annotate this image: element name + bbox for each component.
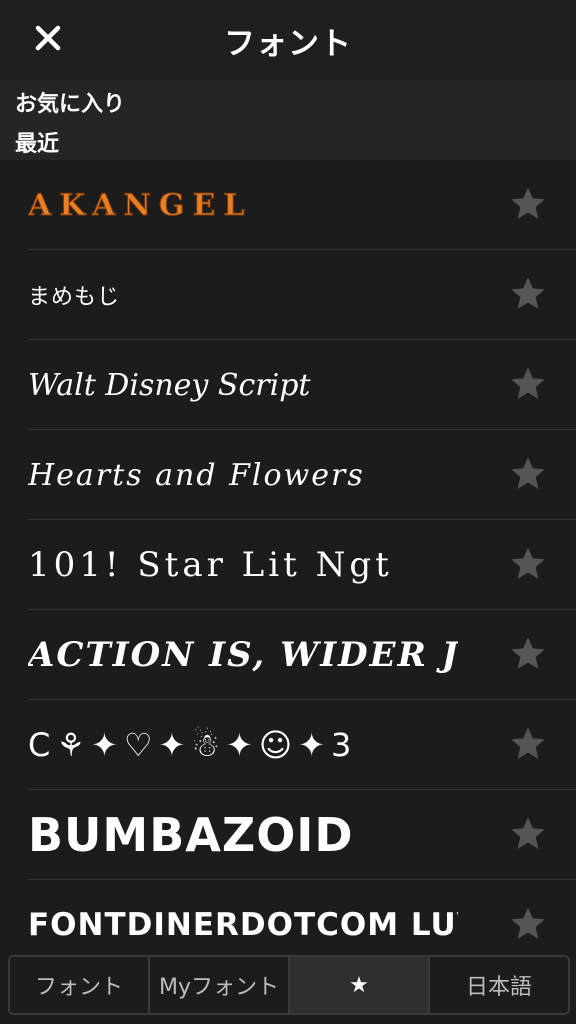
star-icon[interactable]	[508, 904, 548, 944]
font-name: ACTION IS, WIDER J	[28, 635, 458, 675]
font-name: Hearts and Flowers	[28, 457, 365, 493]
star-icon[interactable]	[508, 364, 548, 404]
favorites-link[interactable]: お気に入り	[15, 86, 125, 118]
font-row[interactable]: BUMBAZOID	[28, 790, 576, 880]
font-row[interactable]: Walt Disney Script	[28, 340, 576, 430]
section-links: お気に入り 最近	[0, 80, 576, 160]
font-name: AKANGEL	[28, 187, 253, 223]
star-icon[interactable]	[508, 814, 548, 854]
tab-fonts[interactable]: フォント	[10, 957, 150, 1013]
tab-bar: フォント Myフォント ★ 日本語	[8, 955, 570, 1015]
font-row[interactable]: Hearts and Flowers	[28, 430, 576, 520]
font-name: C⚘✦♡✦☃✦☺✦3	[28, 726, 358, 764]
font-name: まめもじ	[28, 285, 121, 310]
star-icon[interactable]	[508, 274, 548, 314]
star-icon[interactable]	[508, 184, 548, 224]
font-list: AKANGEL まめもじ Walt Disney Script Hearts a…	[0, 160, 576, 969]
font-row[interactable]: C⚘✦♡✦☃✦☺✦3	[28, 700, 576, 790]
top-bar: フォント	[0, 0, 576, 78]
tab-favorites[interactable]: ★	[290, 957, 430, 1013]
star-icon[interactable]	[508, 724, 548, 764]
page-title: フォント	[224, 26, 352, 62]
font-name: 101! Star Lit Ngt	[28, 545, 393, 585]
recent-link[interactable]: 最近	[15, 126, 59, 158]
star-icon[interactable]	[508, 544, 548, 584]
tab-my-fonts[interactable]: Myフォント	[150, 957, 290, 1013]
font-row[interactable]: まめもじ	[28, 250, 576, 340]
font-name: Walt Disney Script	[28, 367, 311, 403]
star-icon[interactable]	[508, 634, 548, 674]
font-row[interactable]: AKANGEL	[28, 160, 576, 250]
star-icon[interactable]	[508, 454, 548, 494]
font-name: BUMBAZOID	[28, 808, 354, 862]
font-row[interactable]: 101! Star Lit Ngt	[28, 520, 576, 610]
font-row[interactable]: ACTION IS, WIDER J	[28, 610, 576, 700]
tab-japanese[interactable]: 日本語	[430, 957, 568, 1013]
